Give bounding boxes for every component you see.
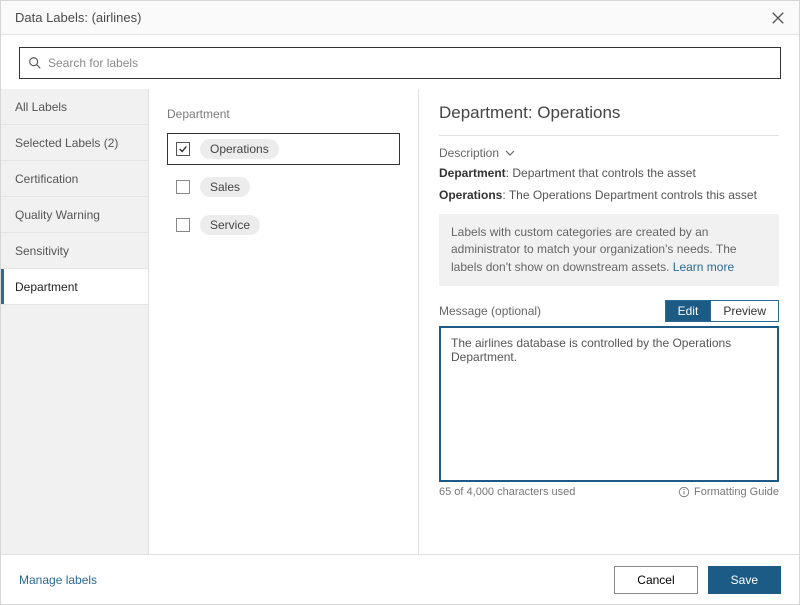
message-tabs: Edit Preview (665, 300, 779, 322)
checkbox-sales[interactable] (176, 180, 190, 194)
dialog-body: All Labels Selected Labels (2) Certifica… (1, 89, 799, 554)
label-pill: Service (200, 215, 260, 235)
manage-labels-link[interactable]: Manage labels (19, 573, 97, 587)
sidebar-item-label: Department (15, 280, 78, 294)
description-op-key: Operations (439, 188, 502, 202)
cancel-button[interactable]: Cancel (614, 566, 697, 594)
dialog-header: Data Labels: (airlines) (1, 1, 799, 35)
sidebar-item-label: Certification (15, 172, 78, 186)
description-op-value: The Operations Department controls this … (509, 188, 757, 202)
learn-more-link[interactable]: Learn more (673, 260, 734, 274)
search-icon (28, 56, 42, 70)
dialog-title: Data Labels: (airlines) (15, 10, 141, 25)
label-row-operations[interactable]: Operations (167, 133, 400, 165)
sidebar-item-label: Sensitivity (15, 244, 69, 258)
sidebar-spacer (1, 305, 148, 554)
counter-row: 65 of 4,000 characters used Formatting G… (439, 486, 779, 498)
sidebar: All Labels Selected Labels (2) Certifica… (1, 89, 149, 554)
description-dept-key: Department (439, 166, 506, 180)
close-icon (771, 11, 785, 25)
search-input[interactable] (48, 56, 772, 70)
description-op: Operations: The Operations Department co… (439, 188, 779, 202)
sidebar-item-all-labels[interactable]: All Labels (1, 89, 148, 125)
cancel-button-label: Cancel (637, 573, 674, 587)
sidebar-item-selected-labels[interactable]: Selected Labels (2) (1, 125, 148, 161)
footer-buttons: Cancel Save (614, 566, 781, 594)
search-container (1, 35, 799, 89)
formatting-guide-label: Formatting Guide (694, 486, 779, 498)
detail-title: Department: Operations (439, 103, 779, 123)
sidebar-item-label: All Labels (15, 100, 67, 114)
message-textarea[interactable] (439, 326, 779, 482)
message-label: Message (optional) (439, 304, 541, 318)
check-icon (178, 144, 188, 154)
tab-edit-label: Edit (678, 304, 699, 318)
save-button[interactable]: Save (708, 566, 781, 594)
info-box: Labels with custom categories are create… (439, 214, 779, 286)
message-header-row: Message (optional) Edit Preview (439, 300, 779, 322)
info-icon (678, 486, 690, 498)
sidebar-item-label: Selected Labels (2) (15, 136, 118, 150)
label-pill: Operations (200, 139, 279, 159)
description-dept: Department: Department that controls the… (439, 166, 779, 180)
tab-edit[interactable]: Edit (665, 300, 712, 322)
description-toggle-label: Description (439, 146, 499, 160)
sidebar-item-department[interactable]: Department (1, 269, 148, 305)
formatting-guide-link[interactable]: Formatting Guide (678, 486, 779, 498)
label-list-title: Department (167, 107, 400, 121)
checkbox-operations[interactable] (176, 142, 190, 156)
description-toggle[interactable]: Description (439, 146, 779, 160)
label-row-sales[interactable]: Sales (167, 171, 400, 203)
label-row-service[interactable]: Service (167, 209, 400, 241)
search-box[interactable] (19, 47, 781, 79)
sidebar-item-quality-warning[interactable]: Quality Warning (1, 197, 148, 233)
label-pill: Sales (200, 177, 250, 197)
sidebar-item-label: Quality Warning (15, 208, 100, 222)
chevron-down-icon (505, 148, 515, 158)
save-button-label: Save (731, 573, 758, 587)
checkbox-service[interactable] (176, 218, 190, 232)
tab-preview[interactable]: Preview (711, 300, 779, 322)
dialog-footer: Manage labels Cancel Save (1, 554, 799, 604)
char-counter: 65 of 4,000 characters used (439, 486, 575, 498)
sidebar-item-certification[interactable]: Certification (1, 161, 148, 197)
close-button[interactable] (767, 7, 789, 29)
sidebar-item-sensitivity[interactable]: Sensitivity (1, 233, 148, 269)
description-dept-value: Department that controls the asset (512, 166, 695, 180)
label-list-panel: Department Operations Sales Service (149, 89, 419, 554)
tab-preview-label: Preview (723, 304, 766, 318)
divider (439, 135, 779, 136)
dialog: Data Labels: (airlines) All Labels Selec… (0, 0, 800, 605)
detail-panel: Department: Operations Description Depar… (419, 89, 799, 554)
